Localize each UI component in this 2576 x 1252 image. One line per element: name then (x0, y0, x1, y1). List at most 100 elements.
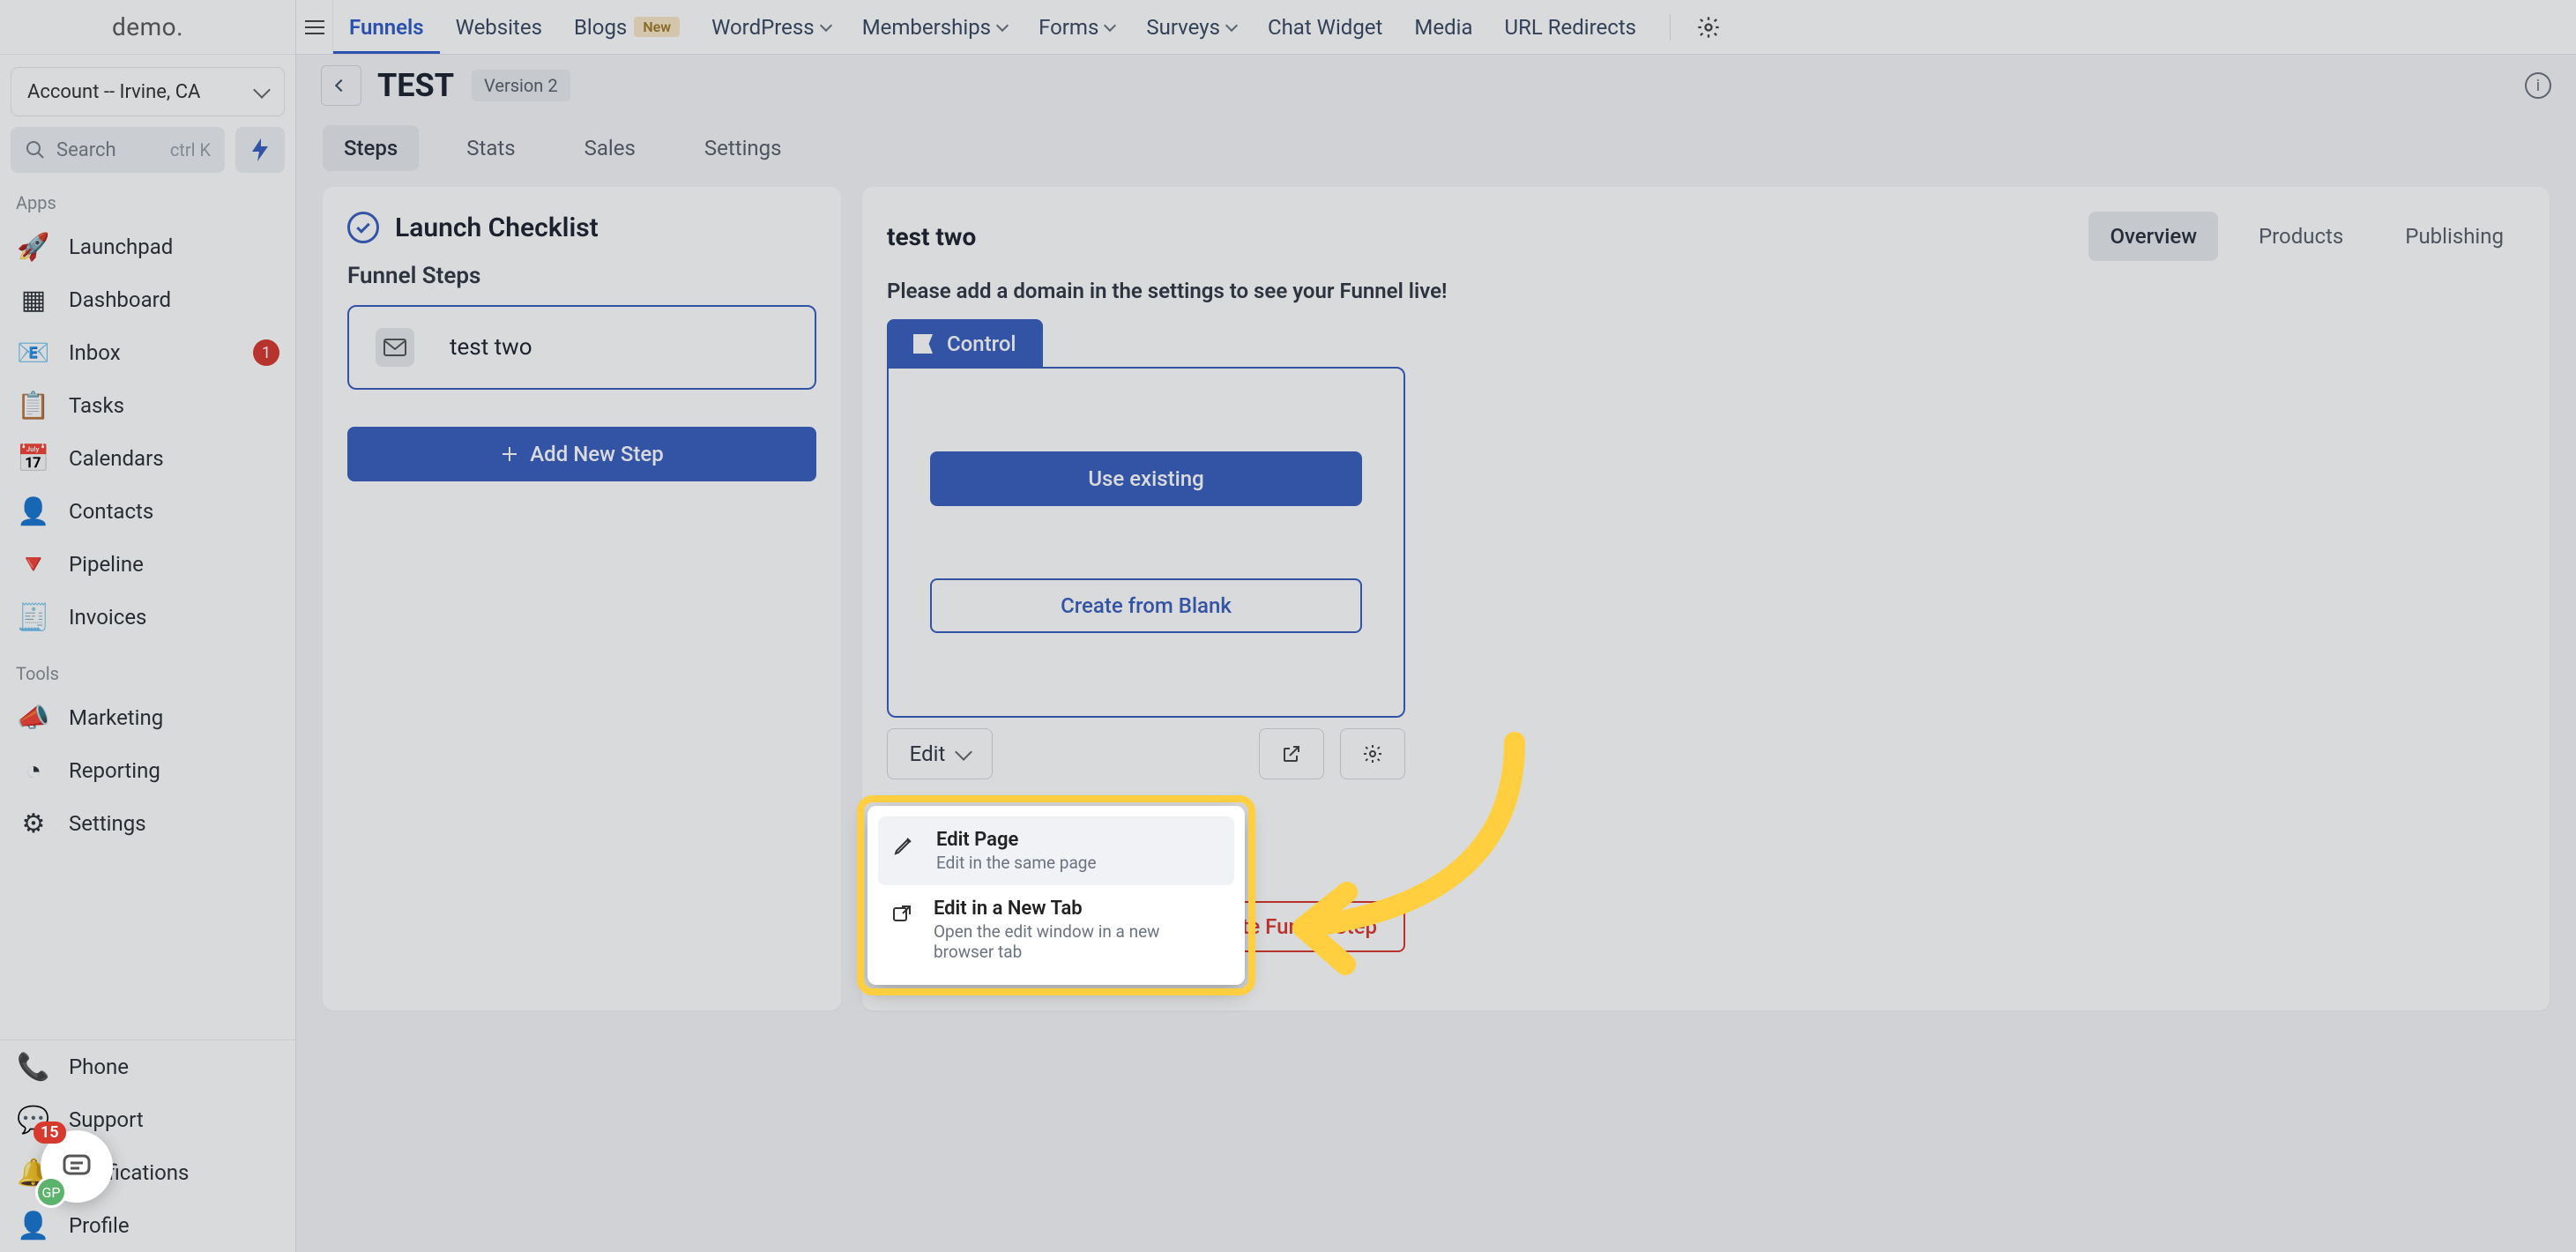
topnav-forms[interactable]: Forms (1023, 0, 1130, 54)
add-new-step-button[interactable]: Add New Step (347, 427, 816, 481)
add-step-label: Add New Step (530, 442, 663, 466)
topnav-label: Memberships (862, 15, 991, 40)
topnav-chat-widget[interactable]: Chat Widget (1252, 0, 1398, 54)
settings-icon: ⚙ (16, 806, 51, 841)
nav-label: Settings (69, 811, 146, 836)
sidebar-item-phone[interactable]: 📞Phone (0, 1040, 295, 1093)
create-blank-button[interactable]: Create from Blank (930, 578, 1362, 633)
sidebar: demo. Account -- Irvine, CA Search ctrl … (0, 0, 296, 1252)
control-label: Control (947, 332, 1016, 356)
funnel-header: TEST Version 2 i (296, 55, 2576, 116)
funnel-step-item[interactable]: test two (347, 305, 816, 390)
topnav-label: Websites (456, 15, 542, 40)
chevron-down-icon (253, 81, 271, 99)
account-selector[interactable]: Account -- Irvine, CA (11, 67, 285, 116)
topnav-label: Blogs (574, 15, 627, 40)
plus-icon (500, 444, 519, 464)
edit-dropdown-button[interactable]: Edit (887, 728, 993, 779)
nav-label: Reporting (69, 758, 160, 783)
brand-logo: demo. (0, 0, 295, 55)
sidebar-item-reporting[interactable]: ◔Reporting (0, 744, 295, 797)
funnel-tab-steps[interactable]: Steps (323, 125, 419, 171)
search-icon (25, 139, 46, 160)
nav-label: Phone (69, 1055, 129, 1079)
sidebar-item-marketing[interactable]: 📣Marketing (0, 691, 295, 744)
chevron-down-icon (955, 743, 972, 761)
pipeline-icon: 🔻 (16, 547, 51, 582)
search-input[interactable]: Search ctrl K (11, 127, 225, 173)
sidebar-item-settings[interactable]: ⚙ Settings (0, 797, 295, 850)
view-tab-products[interactable]: Products (2237, 212, 2364, 261)
invoices-icon: 🧾 (16, 600, 51, 635)
chevron-down-icon (996, 19, 1009, 31)
funnel-tab-sales[interactable]: Sales (563, 125, 657, 171)
funnel-title: TEST (377, 67, 454, 104)
use-existing-button[interactable]: Use existing (930, 451, 1362, 506)
divider (1670, 14, 1671, 41)
topnav-url-redirects[interactable]: URL Redirects (1489, 0, 1653, 54)
view-tab-publishing[interactable]: Publishing (2384, 212, 2525, 261)
topnav-label: Funnels (349, 15, 424, 40)
step-settings-button[interactable] (1340, 728, 1405, 779)
inbox-icon: 📧 (16, 335, 51, 370)
sidebar-item-inbox[interactable]: 📧Inbox1 (0, 326, 295, 379)
settings-gear-button[interactable] (1688, 0, 1729, 54)
external-link-icon (1281, 743, 1302, 764)
open-external-button[interactable] (1259, 728, 1324, 779)
topnav-funnels[interactable]: Funnels (333, 0, 440, 54)
chevron-left-icon (335, 79, 347, 92)
info-icon[interactable]: i (2525, 72, 2551, 99)
view-tab-overview[interactable]: Overview (2088, 212, 2218, 261)
main-area: Funnels Websites Blogs New WordPress Membersh… (296, 0, 2576, 1252)
sidebar-item-dashboard[interactable]: ▦Dashboard (0, 273, 295, 326)
nav-label: Marketing (69, 705, 163, 730)
sidebar-item-contacts[interactable]: 👤Contacts (0, 485, 295, 538)
sidebar-item-calendars[interactable]: 📅Calendars (0, 432, 295, 485)
topnav-websites[interactable]: Websites (440, 0, 558, 54)
funnel-tab-stats[interactable]: Stats (445, 125, 536, 171)
nav-label: Inbox (69, 340, 121, 365)
nav-label: Tasks (69, 393, 124, 418)
floating-chat[interactable]: 15 GP (41, 1130, 113, 1203)
detail-title: test two (887, 222, 976, 251)
new-pill: New (634, 17, 680, 37)
launch-checklist-label: Launch Checklist (395, 212, 599, 243)
sidebar-toggle[interactable] (296, 0, 333, 54)
edit-page-option[interactable]: Edit Page Edit in the same page (878, 816, 1234, 885)
topnav-label: Surveys (1146, 15, 1220, 40)
sidebar-item-profile[interactable]: 👤Profile (0, 1199, 295, 1252)
funnel-tab-settings[interactable]: Settings (683, 125, 803, 171)
edit-new-tab-option[interactable]: Edit in a New Tab Open the edit window i… (878, 885, 1234, 974)
sidebar-item-pipeline[interactable]: 🔻 Pipeline (0, 538, 295, 591)
mail-icon (376, 328, 414, 367)
topnav-media[interactable]: Media (1398, 0, 1488, 54)
topnav-surveys[interactable]: Surveys (1130, 0, 1252, 54)
version-pill: Version 2 (472, 70, 570, 101)
check-circle-icon (347, 212, 379, 243)
sidebar-item-tasks[interactable]: 📋Tasks (0, 379, 295, 432)
dashboard-icon: ▦ (16, 282, 51, 317)
back-button[interactable] (321, 65, 361, 106)
profile-icon: 👤 (16, 1208, 51, 1243)
dd-subtitle: Open the edit window in a new browser ta… (934, 921, 1224, 962)
dd-title: Edit in a New Tab (934, 898, 1224, 920)
gear-icon (1362, 743, 1383, 764)
sidebar-item-launchpad[interactable]: 🚀 Launchpad (0, 220, 295, 273)
new-tab-edit-icon (889, 899, 916, 929)
chevron-down-icon (1225, 19, 1238, 31)
topnav-label: Media (1414, 15, 1472, 40)
nav-label: Pipeline (69, 552, 144, 577)
calendars-icon: 📅 (16, 441, 51, 476)
topnav-memberships[interactable]: Memberships (846, 0, 1023, 54)
control-tab[interactable]: Control (887, 319, 1043, 369)
section-apps-title: Apps (0, 173, 295, 220)
nav-label: Launchpad (69, 235, 173, 259)
topnav-wordpress[interactable]: WordPress (696, 0, 846, 54)
sidebar-item-invoices[interactable]: 🧾Invoices (0, 591, 295, 644)
topnav-blogs[interactable]: Blogs New (558, 0, 696, 54)
quick-action-button[interactable] (235, 127, 285, 173)
launchpad-icon: 🚀 (16, 229, 51, 265)
launch-checklist-row[interactable]: Launch Checklist (347, 212, 816, 243)
account-label: Account -- Irvine, CA (27, 81, 200, 103)
topnav-label: Forms (1039, 15, 1098, 40)
